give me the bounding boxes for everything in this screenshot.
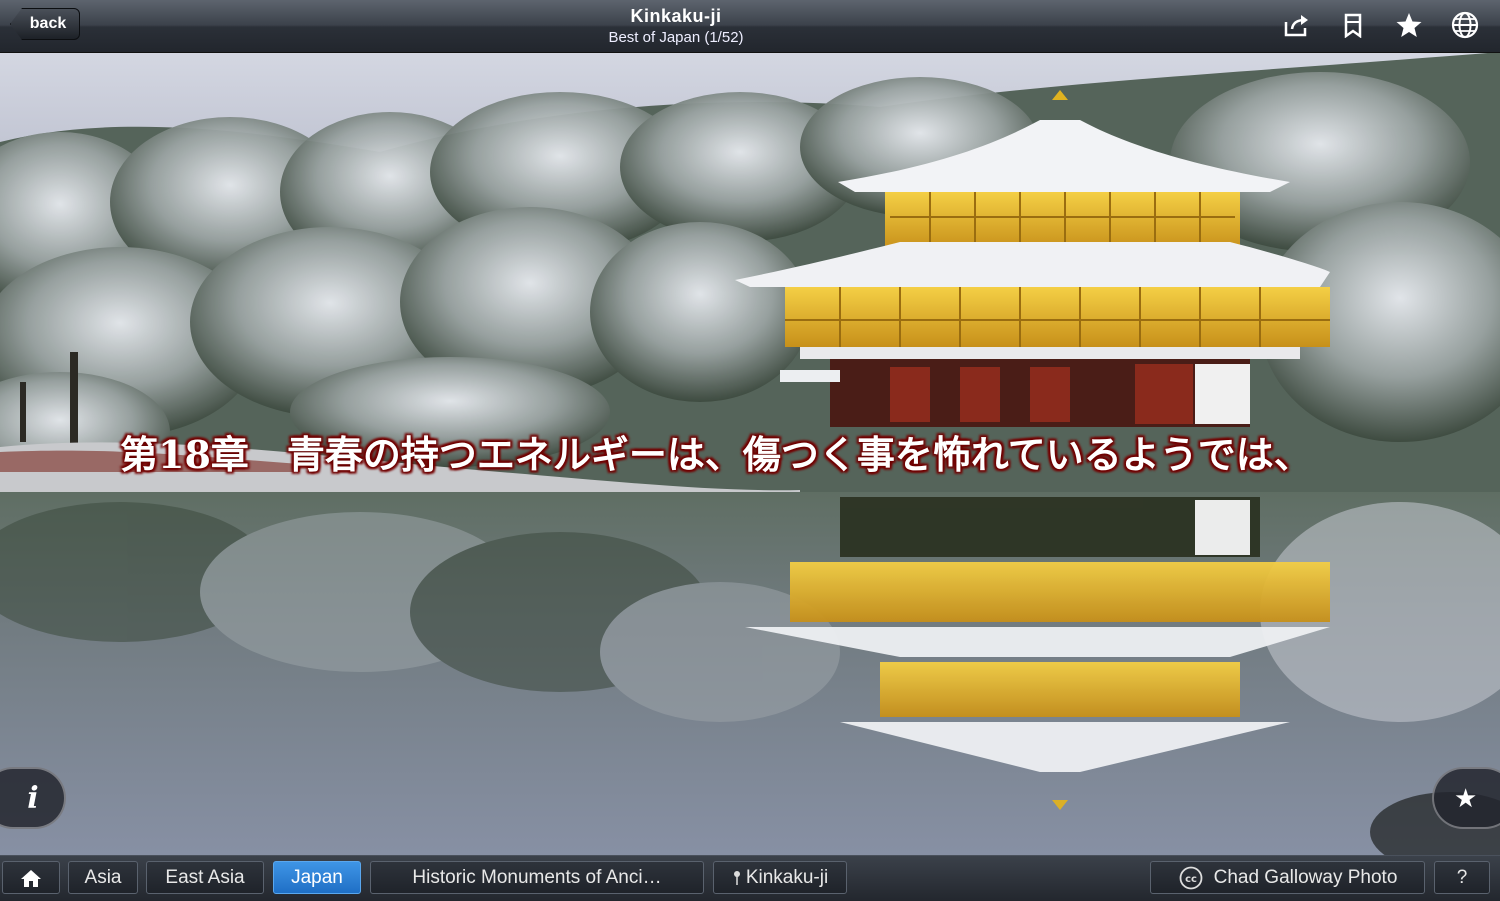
breadcrumb-kinkakuji-label: Kinkaku-ji <box>745 866 829 888</box>
bookmark-icon[interactable] <box>1338 10 1368 40</box>
share-icon[interactable] <box>1282 10 1312 40</box>
photo-credit-button[interactable]: cc Chad Galloway Photo <box>1150 861 1425 894</box>
breadcrumb-asia[interactable]: Asia <box>68 861 138 894</box>
breadcrumb-bar: Asia East Asia Japan Historic Monuments … <box>0 855 1500 901</box>
star-plus-icon: ★ <box>1454 782 1478 813</box>
home-button[interactable] <box>2 861 60 894</box>
photo-credit-label: Chad Galloway Photo <box>1213 866 1398 888</box>
back-button[interactable]: back <box>10 8 80 40</box>
creative-commons-icon: cc <box>1179 866 1203 889</box>
photo-viewer[interactable]: 第18章 青春の持つエネルギーは、傷つく事を怖れているようでは、 i ★ <box>0 52 1500 855</box>
breadcrumb-east-asia[interactable]: East Asia <box>146 861 264 894</box>
info-icon: i <box>27 780 39 816</box>
home-icon <box>21 869 41 887</box>
add-favorite-button[interactable]: ★ <box>1432 767 1500 829</box>
breadcrumb-japan[interactable]: Japan <box>273 861 361 894</box>
breadcrumb-historic-monuments[interactable]: Historic Monuments of Anci… <box>370 861 704 894</box>
pin-icon <box>733 870 740 885</box>
page-subtitle: Best of Japan (1/52) <box>608 29 744 46</box>
svg-text:cc: cc <box>1185 874 1197 885</box>
help-button[interactable]: ? <box>1434 861 1490 894</box>
breadcrumb-kinkakuji[interactable]: Kinkaku-ji <box>713 861 847 894</box>
star-icon[interactable] <box>1394 10 1424 40</box>
photo-caption: 第18章 青春の持つエネルギーは、傷つく事を怖れているようでは、 <box>120 432 1312 477</box>
title-block: Kinkaku-ji Best of Japan (1/52) <box>451 6 901 46</box>
toolbar-icons <box>1282 10 1480 40</box>
globe-icon[interactable] <box>1450 10 1480 40</box>
page-title: Kinkaku-ji <box>630 6 722 26</box>
info-button[interactable]: i <box>0 767 66 829</box>
top-navigation-bar: back Kinkaku-ji Best of Japan (1/52) <box>0 0 1500 53</box>
